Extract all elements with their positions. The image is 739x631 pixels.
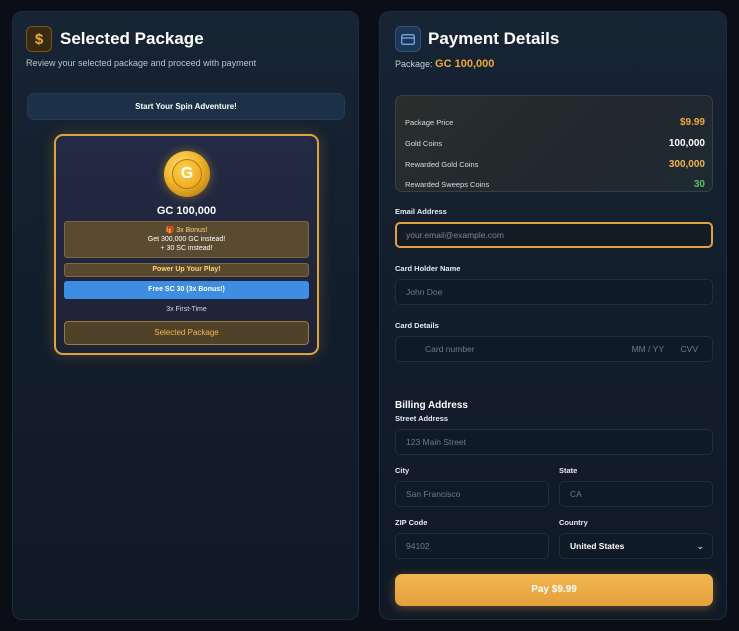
credit-card-icon (395, 26, 421, 52)
card-details-label: Card Details (395, 321, 439, 330)
summary-row-rewarded-sc: Rewarded Sweeps Coins 30 (405, 179, 705, 190)
pay-button[interactable]: Pay $9.99 (395, 574, 713, 606)
bonus-box: 🎁 3x Bonus! Get 300,000 GC instead! + 30… (64, 221, 309, 258)
package-card[interactable]: G GC 100,000 🎁 3x Bonus! Get 300,000 GC … (54, 134, 319, 355)
summary-value: 300,000 (668, 159, 705, 170)
summary-value: 100,000 (668, 138, 705, 149)
package-label: Package: (395, 59, 433, 69)
summary-row-price: Package Price $9.99 (405, 117, 705, 128)
selected-package-button[interactable]: Selected Package (64, 321, 309, 345)
payment-details-panel: Payment Details Package: GC 100,000 Pack… (379, 11, 727, 620)
country-select[interactable]: United States ⌄ (559, 533, 713, 559)
summary-label: Rewarded Sweeps Coins (405, 180, 490, 189)
payment-details-title: Payment Details (428, 29, 560, 48)
selected-package-title: Selected Package (60, 29, 204, 48)
summary-label: Package Price (405, 118, 454, 127)
package-line: Package: GC 100,000 (395, 58, 494, 70)
city-field[interactable]: San Francisco (395, 481, 549, 507)
card-details-field[interactable]: Card number MM / YY CVV (395, 336, 713, 362)
free-sc-badge: Free SC 30 (3x Bonus!) (64, 281, 309, 299)
billing-heading: Billing Address (395, 400, 468, 411)
bonus-sc-line: + 30 SC instead! (160, 245, 213, 252)
bonus-gc-line: Get 300,000 GC instead! (147, 236, 226, 243)
bonus-title: 🎁 3x Bonus! (165, 227, 208, 234)
order-summary: Package Price $9.99 Gold Coins 100,000 R… (395, 95, 713, 192)
selected-package-panel: $ Selected Package Review your selected … (12, 11, 359, 620)
country-label: Country (559, 518, 588, 527)
summary-row-gold-coins: Gold Coins 100,000 (405, 138, 705, 149)
zip-label: ZIP Code (395, 518, 428, 527)
selected-package-subtitle: Review your selected package and proceed… (26, 58, 257, 68)
city-label: City (395, 466, 410, 475)
country-value: United States (570, 541, 625, 551)
summary-row-rewarded-gc: Rewarded Gold Coins 300,000 (405, 159, 705, 170)
package-amount: GC 100,000 (156, 205, 217, 217)
package-value: GC 100,000 (435, 58, 495, 70)
card-holder-label: Card Holder Name (395, 264, 461, 273)
summary-value: 30 (693, 179, 705, 190)
first-time-label: 3x First-Time (166, 306, 207, 313)
street-field[interactable]: 123 Main Street (395, 429, 713, 455)
card-holder-field[interactable]: John Doe (395, 279, 713, 305)
card-cvv-input[interactable]: CVV (681, 337, 698, 361)
summary-label: Rewarded Gold Coins (405, 160, 479, 169)
card-expiry-input[interactable]: MM / YY (632, 337, 664, 361)
chevron-down-icon: ⌄ (696, 541, 704, 551)
email-field[interactable]: your.email@example.com (395, 222, 713, 248)
summary-value: $9.99 (679, 117, 705, 128)
gold-coin-icon: G (164, 151, 210, 197)
coin-letter: G (172, 159, 202, 189)
power-up-banner: Power Up Your Play! (64, 263, 309, 277)
state-label: State (559, 466, 578, 475)
summary-label: Gold Coins (405, 139, 443, 148)
zip-field[interactable]: 94102 (395, 533, 549, 559)
card-number-input[interactable]: Card number (425, 344, 475, 354)
email-label: Email Address (395, 207, 447, 216)
state-field[interactable]: CA (559, 481, 713, 507)
dollar-icon: $ (26, 26, 52, 52)
street-label: Street Address (395, 414, 449, 423)
adventure-banner: Start Your Spin Adventure! (27, 93, 345, 120)
